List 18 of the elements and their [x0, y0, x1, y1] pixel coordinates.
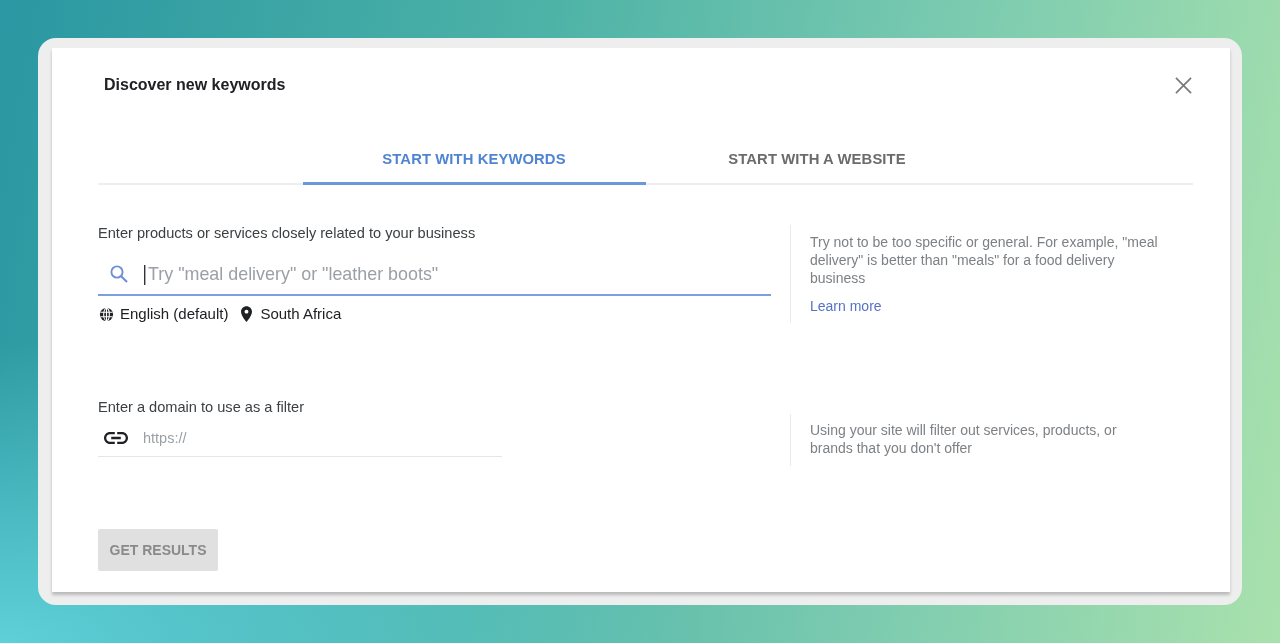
- hint-text: Using your site will filter out services, products, or brands that you don't offer: [810, 421, 1118, 457]
- field-label: Enter products or services closely related to your business: [98, 225, 477, 241]
- tab[interactable]: START WITH KEYWORDS: [302, 135, 646, 185]
- learn-more-link[interactable]: Learn more: [810, 297, 882, 315]
- hint-text: Try not to be too specific or general. For example, "meal delivery" is better than "meals" for a food delivery business: [810, 233, 1159, 287]
- location-text[interactable]: South Africa: [260, 305, 342, 323]
- close-button[interactable]: [1175, 76, 1192, 94]
- text-cursor-icon: [144, 265, 146, 285]
- keyword-input-field[interactable]: Try "meal delivery" or "leather boots": [98, 254, 771, 296]
- link-icon: [104, 432, 128, 444]
- field-label: Enter a domain to use as a filter: [98, 399, 306, 415]
- location-pin-icon: [241, 306, 253, 322]
- language-text[interactable]: English (default): [120, 305, 229, 323]
- tab[interactable]: START WITH A WEBSITE: [645, 135, 989, 185]
- globe-icon: [99, 306, 114, 322]
- search-icon: [110, 265, 128, 283]
- dialog-title: Discover new keywords: [104, 76, 286, 94]
- close-icon: [1175, 76, 1192, 94]
